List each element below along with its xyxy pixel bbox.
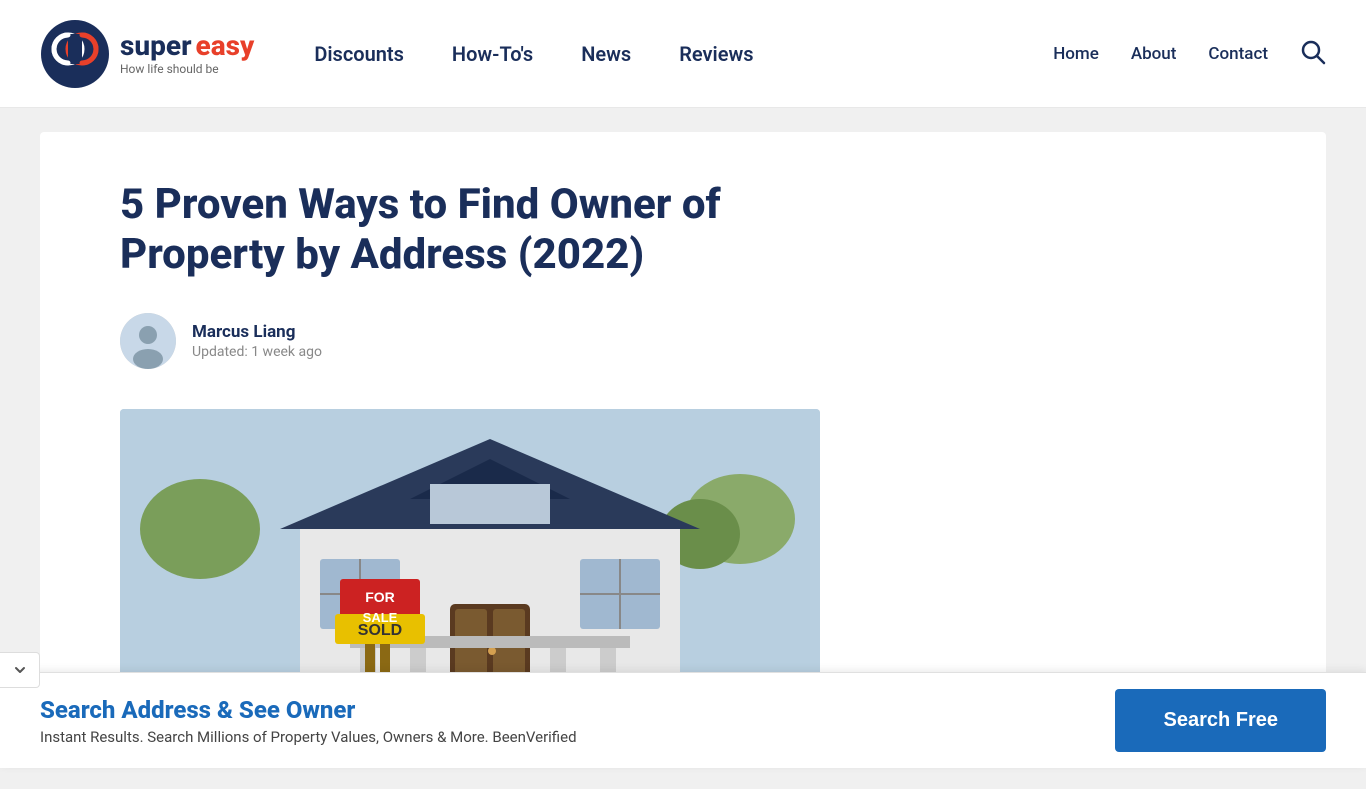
logo-super: super xyxy=(120,32,192,60)
nav-item-contact[interactable]: Contact xyxy=(1208,44,1268,64)
sticky-title: Search Address & See Owner xyxy=(40,696,577,724)
svg-text:SALE: SALE xyxy=(363,610,398,625)
article-title: 5 Proven Ways to Find Owner of Property … xyxy=(120,180,800,281)
logo-text: super easy How life should be xyxy=(120,32,254,76)
logo-icon xyxy=(40,19,110,89)
collapse-chevron-button[interactable] xyxy=(0,652,40,688)
search-free-button[interactable]: Search Free xyxy=(1115,689,1326,752)
article-image: FOR SOLD SALE xyxy=(120,409,820,689)
author-row: Marcus Liang Updated: 1 week ago xyxy=(120,313,1246,369)
svg-text:FOR: FOR xyxy=(365,589,395,605)
sticky-subtitle: Instant Results. Search Millions of Prop… xyxy=(40,728,577,746)
article-card: 5 Proven Ways to Find Owner of Property … xyxy=(40,132,1326,749)
logo-easy: easy xyxy=(196,32,255,60)
author-info: Marcus Liang Updated: 1 week ago xyxy=(192,322,322,360)
nav-item-news[interactable]: News xyxy=(581,42,631,66)
nav-item-reviews[interactable]: Reviews xyxy=(679,42,753,66)
search-icon[interactable] xyxy=(1300,39,1326,69)
nav-item-howtos[interactable]: How-To's xyxy=(452,42,533,66)
logo-tagline: How life should be xyxy=(120,62,254,76)
sticky-content: Search Address & See Owner Instant Resul… xyxy=(40,696,577,746)
site-header: super easy How life should be Discounts … xyxy=(0,0,1366,108)
nav-item-discounts[interactable]: Discounts xyxy=(314,42,404,66)
author-avatar xyxy=(120,313,176,369)
author-name: Marcus Liang xyxy=(192,322,322,342)
nav-item-about[interactable]: About xyxy=(1131,44,1177,64)
main-nav: Discounts How-To's News Reviews xyxy=(314,42,1053,66)
nav-item-home[interactable]: Home xyxy=(1053,44,1099,64)
author-updated: Updated: 1 week ago xyxy=(192,344,322,360)
right-nav: Home About Contact xyxy=(1053,39,1326,69)
sticky-bottom-bar: Search Address & See Owner Instant Resul… xyxy=(0,672,1366,768)
logo-link[interactable]: super easy How life should be xyxy=(40,19,254,89)
